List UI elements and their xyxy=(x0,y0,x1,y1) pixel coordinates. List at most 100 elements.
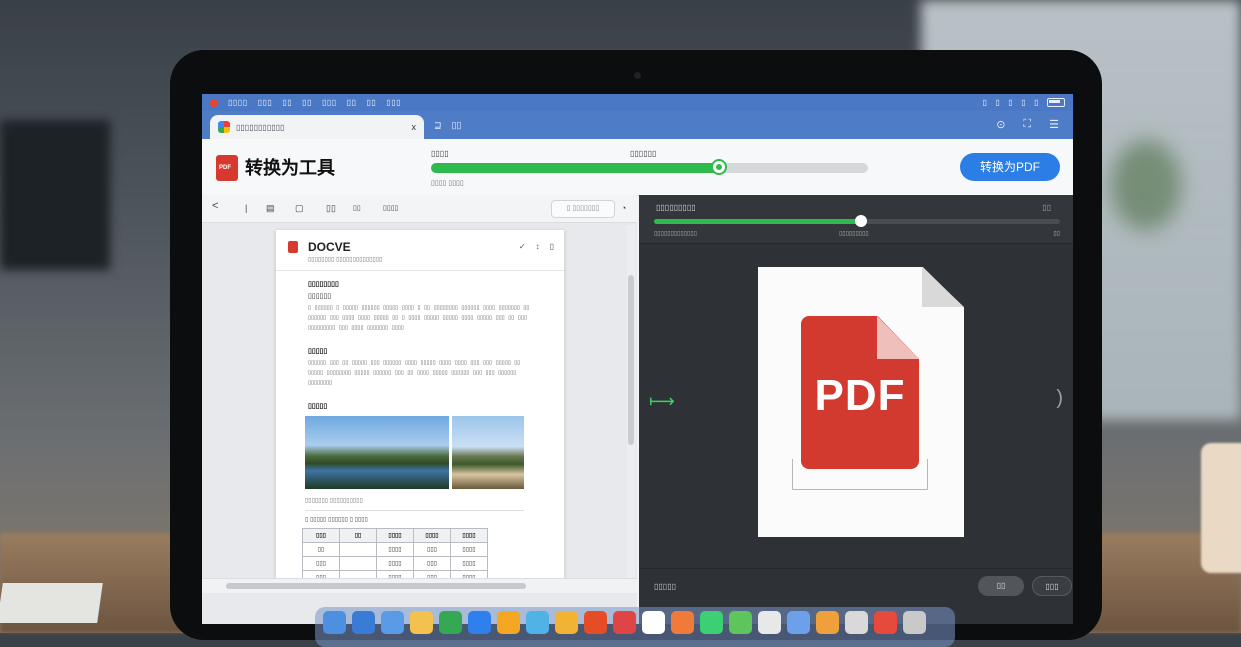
preview-progress-knob[interactable] xyxy=(855,215,868,227)
menu-item[interactable]: ▯▯ xyxy=(282,98,292,107)
horizontal-scrollbar[interactable] xyxy=(202,578,637,593)
menu-item[interactable]: ▯▯ xyxy=(302,98,312,107)
table-header: ▯▯ xyxy=(339,528,377,543)
laptop-bezel: ▯▯▯▯ ▯▯▯ ▯▯ ▯▯ ▯▯▯ ▯▯ ▯▯ ▯▯▯ ▯ ▯ ▯ ▯ ▯ ▯… xyxy=(170,50,1102,640)
format-icon[interactable]: ▯▯ xyxy=(326,203,336,214)
document-page: DOCVE ▯▯▯▯▯▯▯▯ ▯▯▯▯▯▯▯▯▯▯▯▯▯▯ ✓ ↕ ▯ ▯▯▯▯… xyxy=(276,230,564,580)
dock-app-icon[interactable] xyxy=(468,611,491,634)
dock-app-icon[interactable] xyxy=(555,611,578,634)
scroll-thumb-horizontal[interactable] xyxy=(226,583,526,589)
menu-item[interactable]: ▯▯▯ xyxy=(386,98,401,107)
sort-icon[interactable]: ↕ xyxy=(536,242,540,251)
preview-primary-button[interactable]: ▯▯ xyxy=(978,576,1024,596)
data-table: ▯▯▯ ▯▯ ▯▯▯▯ ▯▯▯▯ ▯▯▯▯ ▯▯ ▯▯▯▯ ▯▯▯ ▯▯▯▯ ▯… xyxy=(302,528,488,580)
dock-app-icon[interactable] xyxy=(526,611,549,634)
conversion-progress-bar[interactable] xyxy=(431,159,868,175)
layout-icon[interactable]: ▤ xyxy=(266,203,275,214)
active-tab[interactable]: ▯▯▯▯▯▯▯▯▯▯▯ x xyxy=(210,115,424,139)
section-heading: ▯▯▯▯▯ xyxy=(308,403,328,410)
document-toolbar: < | ▤ ▢ ▯▯ ▯▯ ▯▯▯▯ ▯ ▯▯▯▯▯▯▯ ◔ xyxy=(202,195,637,223)
dock-app-icon[interactable] xyxy=(874,611,897,634)
page-icon[interactable]: ▯ xyxy=(550,242,554,251)
apple-menu-icon[interactable] xyxy=(210,98,218,107)
dock-app-icon[interactable] xyxy=(613,611,636,634)
vertical-scrollbar[interactable] xyxy=(627,225,635,585)
frame-icon[interactable]: ▢ xyxy=(295,203,304,214)
preview-subtext-mid: ▯▯▯▯▯▯▯▯▯ xyxy=(839,231,869,237)
table-cell: ▯▯▯▯ xyxy=(376,556,414,571)
table-cell: ▯▯ xyxy=(302,542,340,557)
clock-icon[interactable]: ▯ xyxy=(1034,98,1039,107)
table-row: ▯▯▯ ▯▯▯▯ ▯▯▯ ▯▯▯▯ xyxy=(302,556,488,571)
dock-app-icon[interactable] xyxy=(903,611,926,634)
check-icon[interactable]: ✓ xyxy=(519,242,526,251)
menu-item[interactable]: ▯▯▯ xyxy=(258,98,273,107)
dock-app-icon[interactable] xyxy=(758,611,781,634)
table-header: ▯▯▯▯ xyxy=(413,528,451,543)
image-caption: ▯▯▯▯▯▯▯ ▯▯▯▯▯▯▯▯▯▯ xyxy=(305,498,363,504)
progress-subtext: ▯▯▯▯ ▯▯▯▯ xyxy=(431,180,464,187)
menu-bar: ▯▯▯▯ ▯▯▯ ▯▯ ▯▯ ▯▯▯ ▯▯ ▯▯ ▯▯▯ ▯ ▯ ▯ ▯ ▯ xyxy=(202,94,1073,111)
menu-item[interactable]: ▯▯▯▯ xyxy=(228,98,248,107)
menu-item[interactable]: ▯▯▯ xyxy=(322,98,337,107)
dock-app-icon[interactable] xyxy=(729,611,752,634)
dock-app-icon[interactable] xyxy=(497,611,520,634)
background-mug xyxy=(1201,443,1241,573)
preview-subtext: ▯▯▯▯▯▯▯▯▯▯▯▯▯ xyxy=(654,231,697,237)
tab-label: ▯▯▯▯▯▯▯▯▯▯▯ xyxy=(236,122,285,132)
dock-app-icon[interactable] xyxy=(671,611,694,634)
status-icon[interactable]: ▯ xyxy=(1021,98,1026,107)
dock-app-icon[interactable] xyxy=(381,611,404,634)
status-icon[interactable]: ▯ xyxy=(995,98,1000,107)
scroll-thumb[interactable] xyxy=(628,275,634,445)
progress-knob[interactable] xyxy=(711,159,728,175)
tab-bar: ▯▯▯▯▯▯▯▯▯▯▯ x ⊒ ▯▯ ⊙ ⛶ ☰ xyxy=(202,111,1073,139)
tab-close-icon[interactable]: x xyxy=(412,122,417,132)
arrow-right-icon[interactable]: ⟼ xyxy=(649,391,675,412)
status-icon[interactable]: ▯ xyxy=(982,98,987,107)
table-cell: ▯▯▯ xyxy=(413,556,451,571)
progress-label-right: ▯▯▯▯▯▯ xyxy=(630,149,657,158)
app-header: 转换为工具 ▯▯▯▯ ▯▯▯▯▯▯ ▯▯▯▯ ▯▯▯▯ 转换为PDF xyxy=(202,139,1073,196)
battery-icon[interactable] xyxy=(1047,98,1065,107)
back-icon[interactable]: < xyxy=(212,200,218,212)
preview-progress-bar[interactable] xyxy=(654,215,1060,227)
paragraph: ▯▯▯▯▯▯ ▯▯▯ ▯▯ ▯▯▯▯▯ ▯▯▯ ▯▯▯▯▯▯ ▯▯▯▯ ▯▯▯▯… xyxy=(308,360,521,386)
preview-label: ▯▯▯▯▯▯▯▯▯ xyxy=(656,203,696,212)
convert-to-pdf-button[interactable]: 转换为PDF xyxy=(960,153,1060,181)
wifi-icon[interactable]: ▯ xyxy=(1008,98,1013,107)
dock-app-icon[interactable] xyxy=(439,611,462,634)
dock-app-icon[interactable] xyxy=(787,611,810,634)
screen: ▯▯▯▯ ▯▯▯ ▯▯ ▯▯ ▯▯▯ ▯▯ ▯▯ ▯▯▯ ▯ ▯ ▯ ▯ ▯ ▯… xyxy=(202,94,1073,624)
chevron-right-icon[interactable]: ) xyxy=(1056,387,1063,410)
source-document-pane: < | ▤ ▢ ▯▯ ▯▯ ▯▯▯▯ ▯ ▯▯▯▯▯▯▯ ◔ DOCVE ▯▯▯… xyxy=(202,195,637,624)
settings-icon[interactable]: ◔ xyxy=(621,203,626,213)
menu-icon[interactable]: ☰ xyxy=(1049,118,1059,131)
dock-app-icon[interactable] xyxy=(845,611,868,634)
sidebar-toggle-icon[interactable]: ⊒ xyxy=(434,120,442,131)
preview-secondary-button[interactable]: ▯▯▯ xyxy=(1032,576,1072,596)
account-icon[interactable]: ⊙ xyxy=(996,118,1005,131)
table-cell xyxy=(339,556,377,571)
table-header: ▯▯▯▯ xyxy=(376,528,414,543)
menu-item[interactable]: ▯▯ xyxy=(347,98,357,107)
document-icon xyxy=(288,241,298,253)
progress-fill xyxy=(431,163,720,173)
webcam xyxy=(634,72,641,79)
table-cell: ▯▯▯▯ xyxy=(450,542,488,557)
toolbar-label[interactable]: ▯▯▯▯ xyxy=(383,204,398,212)
tab-overview-icon[interactable]: ▯▯ xyxy=(452,120,462,131)
dock-app-icon[interactable] xyxy=(700,611,723,634)
toolbar-label[interactable]: ▯▯ xyxy=(353,204,361,212)
dock-app-icon[interactable] xyxy=(352,611,375,634)
dock-app-icon[interactable] xyxy=(816,611,839,634)
cart-icon[interactable]: ⛶ xyxy=(1023,118,1031,131)
dock-app-icon[interactable] xyxy=(323,611,346,634)
toolbar-separator: | xyxy=(245,203,248,213)
menu-item[interactable]: ▯▯ xyxy=(366,98,376,107)
dock-app-icon[interactable] xyxy=(410,611,433,634)
dock-app-icon[interactable] xyxy=(642,611,665,634)
dock-app-icon[interactable] xyxy=(584,611,607,634)
document-subtitle: ▯▯▯▯▯▯▯▯ ▯▯▯▯▯▯▯▯▯▯▯▯▯▯ xyxy=(308,257,383,263)
document-search-input[interactable]: ▯ ▯▯▯▯▯▯▯ xyxy=(551,200,615,218)
